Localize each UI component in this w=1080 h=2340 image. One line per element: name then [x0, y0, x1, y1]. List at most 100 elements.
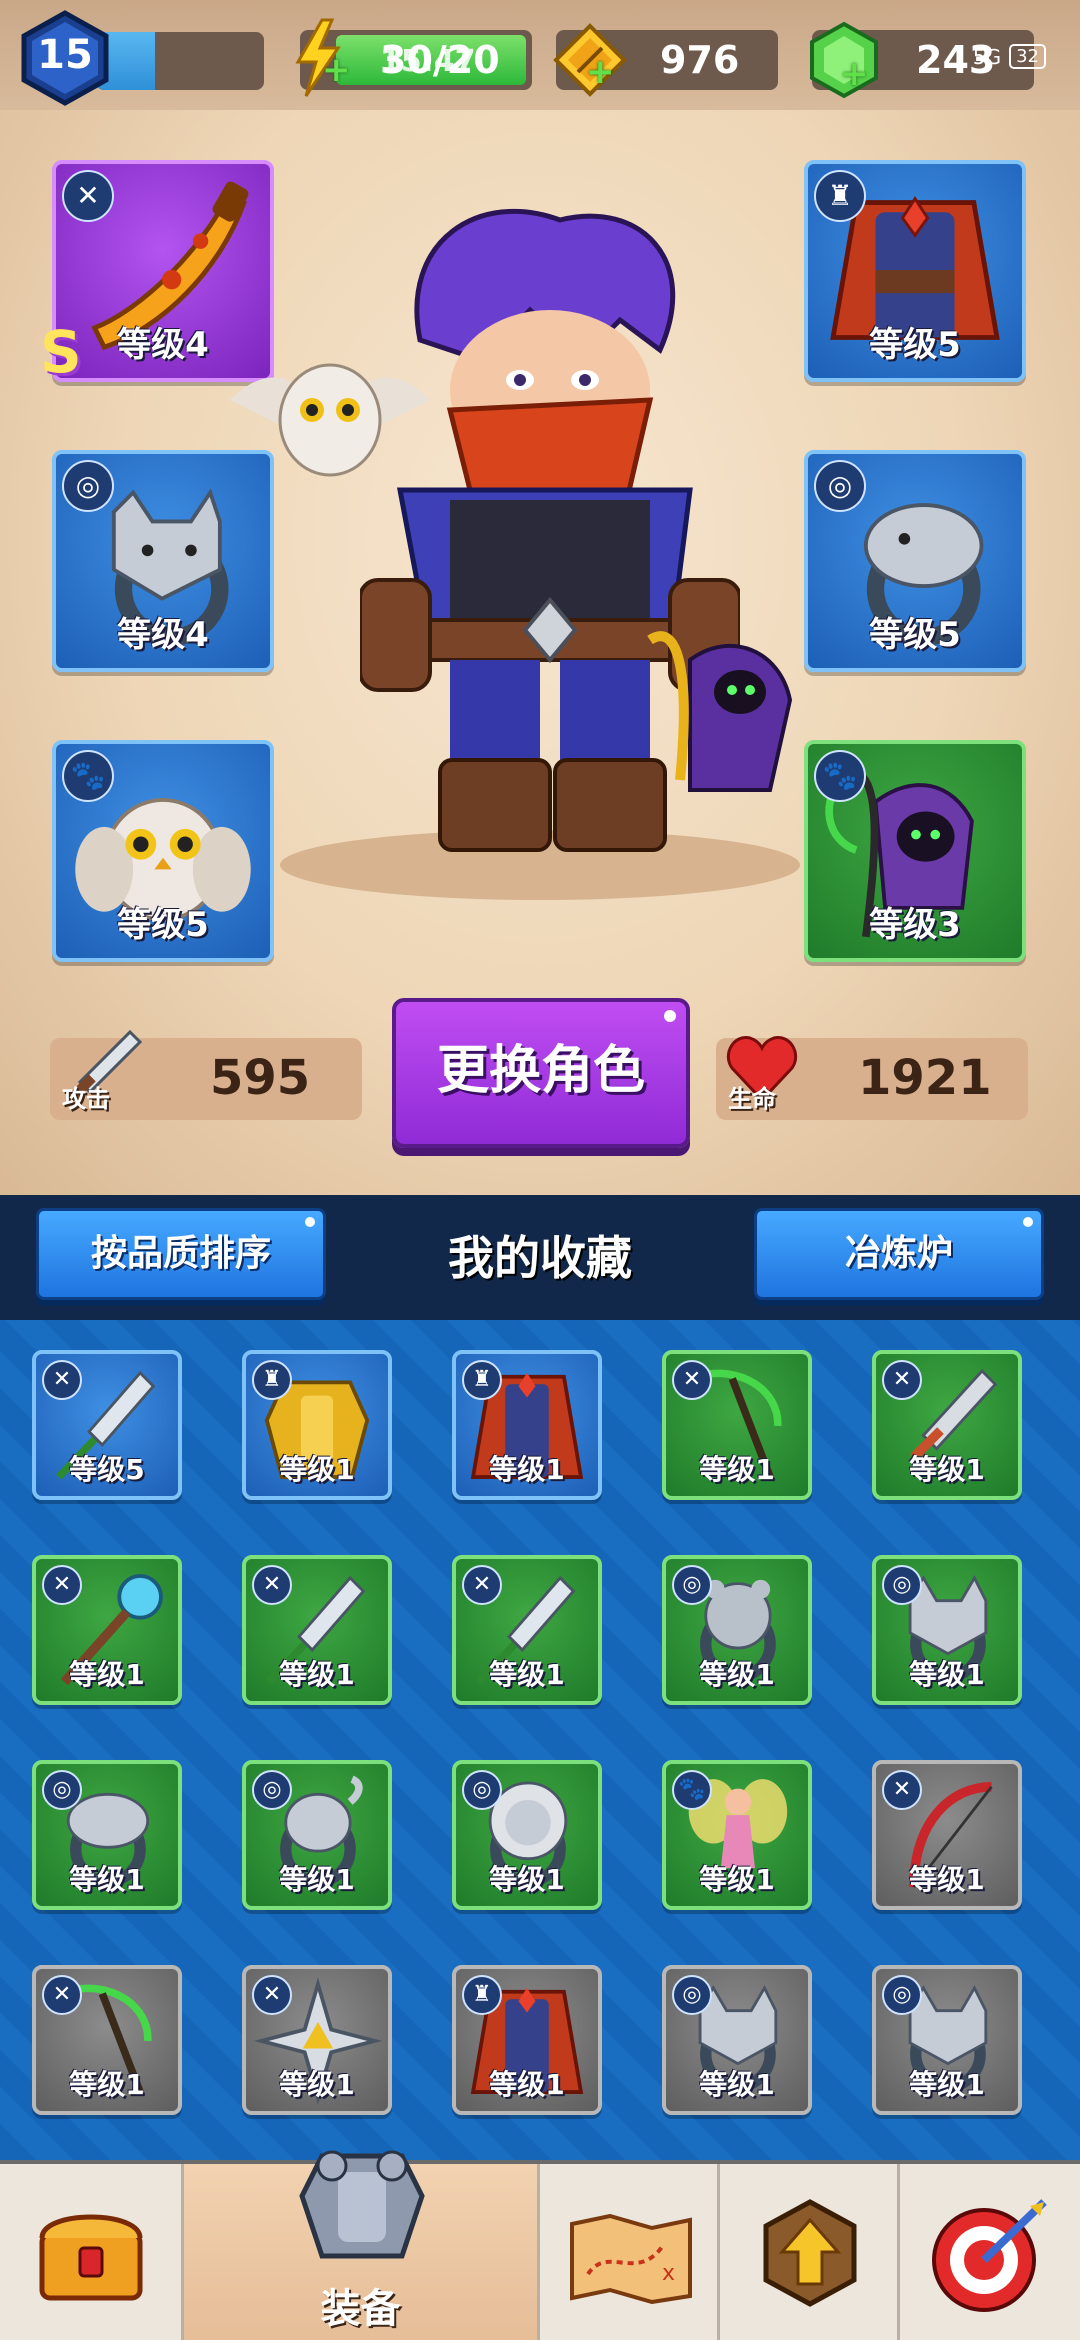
treasure-chest-icon: [39, 2214, 143, 2301]
equipped-pet-right-level: 等级3: [869, 905, 961, 945]
collection-item[interactable]: ✕ 等级1: [872, 1350, 1022, 1500]
equipped-armor-slot[interactable]: ♜ 等级5: [804, 160, 1026, 382]
player-level: 15: [37, 32, 93, 78]
ring-type-icon: ◎: [814, 460, 866, 512]
notification-dot: [1023, 1217, 1033, 1227]
collection-title: 我的收藏: [448, 1231, 632, 1285]
nav-tab-challenge[interactable]: [900, 2164, 1080, 2340]
armor-icon: [299, 2150, 425, 2259]
collection-item[interactable]: ◎ 等级1: [662, 1965, 812, 2115]
equipped-pet-left-slot[interactable]: 🐾 等级5: [52, 740, 274, 962]
system-status: 5G 32: [973, 44, 1046, 69]
collection-item[interactable]: ◎ 等级1: [872, 1965, 1022, 2115]
equipped-ring-right-slot[interactable]: ◎ 等级5: [804, 450, 1026, 672]
coin-plus-icon: +: [586, 52, 615, 92]
collection-item[interactable]: ◎ 等级1: [242, 1760, 392, 1910]
ring-type-icon: ◎: [882, 1975, 922, 2015]
rank-badge: S: [40, 318, 82, 386]
collection-item[interactable]: ✕ 等级1: [662, 1350, 812, 1500]
smelter-button[interactable]: 冶炼炉: [754, 1208, 1044, 1300]
item-level: 等级1: [699, 2068, 775, 2101]
collection-item[interactable]: ✕ 等级1: [452, 1555, 602, 1705]
item-level: 等级1: [489, 1863, 565, 1896]
coin-counter[interactable]: + 976: [553, 23, 778, 97]
map-icon: x: [570, 2214, 692, 2304]
item-level: 等级1: [909, 1658, 985, 1691]
weapon-type-icon: ✕: [672, 1360, 712, 1400]
item-level: 等级1: [69, 1658, 145, 1691]
sort-button-label: 按品质排序: [90, 1233, 271, 1274]
equipped-pet-left-level: 等级5: [117, 905, 209, 945]
attack-label: 攻击: [62, 1085, 110, 1113]
item-level: 等级1: [489, 1658, 565, 1691]
gem-plus-icon: +: [840, 54, 869, 94]
collection-item[interactable]: ✕ 等级1: [242, 1555, 392, 1705]
collection-item[interactable]: ✕ 等级1: [242, 1965, 392, 2115]
collection-item[interactable]: ♜ 等级1: [452, 1965, 602, 2115]
network-indicator: 5G: [972, 44, 1002, 69]
weapon-type-icon: ✕: [42, 1360, 82, 1400]
player-level-badge[interactable]: 15: [20, 10, 110, 106]
collection-item[interactable]: ◎ 等级1: [662, 1555, 812, 1705]
item-level: 等级1: [69, 2068, 145, 2101]
item-level: 等级1: [909, 1863, 985, 1896]
target-icon: [932, 2199, 1047, 2312]
weapon-type-icon: ✕: [462, 1565, 502, 1605]
collection-item[interactable]: ◎ 等级1: [452, 1760, 602, 1910]
item-level: 等级1: [279, 1453, 355, 1486]
owl-companion: [230, 363, 430, 477]
ring-type-icon: ◎: [882, 1565, 922, 1605]
energy-counter[interactable]: + 15:47 30/20: [295, 18, 532, 97]
paw-type-icon: 🐾: [62, 750, 114, 802]
collection-grid: ✕ 等级5 ♜ 等级1 ♜ 等级1 ✕ 等级1 ✕ 等级1 ✕ 等级1 ✕ 等级1 ✕ 等级1 ◎ 等级1 ◎ 等级1…: [0, 1320, 1080, 2160]
coin-value: 976: [660, 38, 740, 82]
change-character-button[interactable]: 更换角色: [392, 998, 690, 1148]
collection-item[interactable]: 🐾 等级1: [662, 1760, 812, 1910]
smelter-button-label: 冶炼炉: [844, 1233, 953, 1274]
collection-item[interactable]: ◎ 等级1: [32, 1760, 182, 1910]
collection-item[interactable]: ✕ 等级1: [32, 1965, 182, 2115]
equipped-ring-right-level: 等级5: [869, 615, 961, 655]
collection-item[interactable]: ✕ 等级5: [32, 1350, 182, 1500]
ring-type-icon: ◎: [252, 1770, 292, 1810]
weapon-type-icon: ✕: [882, 1360, 922, 1400]
nav-tab-shop[interactable]: [0, 2164, 184, 2340]
attack-value: 595: [210, 1050, 311, 1106]
collection-item[interactable]: ✕ 等级1: [872, 1760, 1022, 1910]
weapon-type-icon: ✕: [252, 1565, 292, 1605]
notification-dot: [305, 1217, 315, 1227]
energy-value: 30/20: [380, 38, 500, 82]
battery-indicator: 32: [1009, 44, 1046, 69]
weapon-type-icon: ✕: [42, 1565, 82, 1605]
item-level: 等级1: [489, 2068, 565, 2101]
hp-label: 生命: [728, 1085, 776, 1113]
nav-tab-equipment[interactable]: 装备: [184, 2150, 540, 2340]
weapon-type-icon: ✕: [882, 1770, 922, 1810]
weapon-type-icon: ✕: [42, 1975, 82, 2015]
armor-type-icon: ♜: [462, 1975, 502, 2015]
item-level: 等级1: [909, 1453, 985, 1486]
change-character-label: 更换角色: [436, 1041, 645, 1101]
notification-dot: [664, 1010, 676, 1022]
item-level: 等级1: [279, 2068, 355, 2101]
nav-tab-equipment-label: 装备: [320, 2286, 401, 2332]
nav-tab-map[interactable]: x: [540, 2164, 720, 2340]
item-level: 等级1: [279, 1658, 355, 1691]
collection-item[interactable]: ♜ 等级1: [242, 1350, 392, 1500]
sort-by-quality-button[interactable]: 按品质排序: [36, 1208, 326, 1300]
upgrade-arrow-icon: [763, 2199, 857, 2307]
ring-type-icon: ◎: [462, 1770, 502, 1810]
item-level: 等级1: [279, 1863, 355, 1896]
collection-item[interactable]: ♜ 等级1: [452, 1350, 602, 1500]
svg-text:x: x: [662, 2261, 675, 2286]
nav-tab-upgrade[interactable]: [720, 2164, 900, 2340]
armor-type-icon: ♜: [814, 170, 866, 222]
equipped-armor-level: 等级5: [869, 325, 961, 365]
item-level: 等级1: [909, 2068, 985, 2101]
collection-item[interactable]: ✕ 等级1: [32, 1555, 182, 1705]
item-level: 等级1: [489, 1453, 565, 1486]
paw-type-icon: 🐾: [672, 1770, 712, 1810]
weapon-type-icon: ✕: [62, 170, 114, 222]
equipped-pet-right-slot[interactable]: 🐾 等级3: [804, 740, 1026, 962]
collection-item[interactable]: ◎ 等级1: [872, 1555, 1022, 1705]
